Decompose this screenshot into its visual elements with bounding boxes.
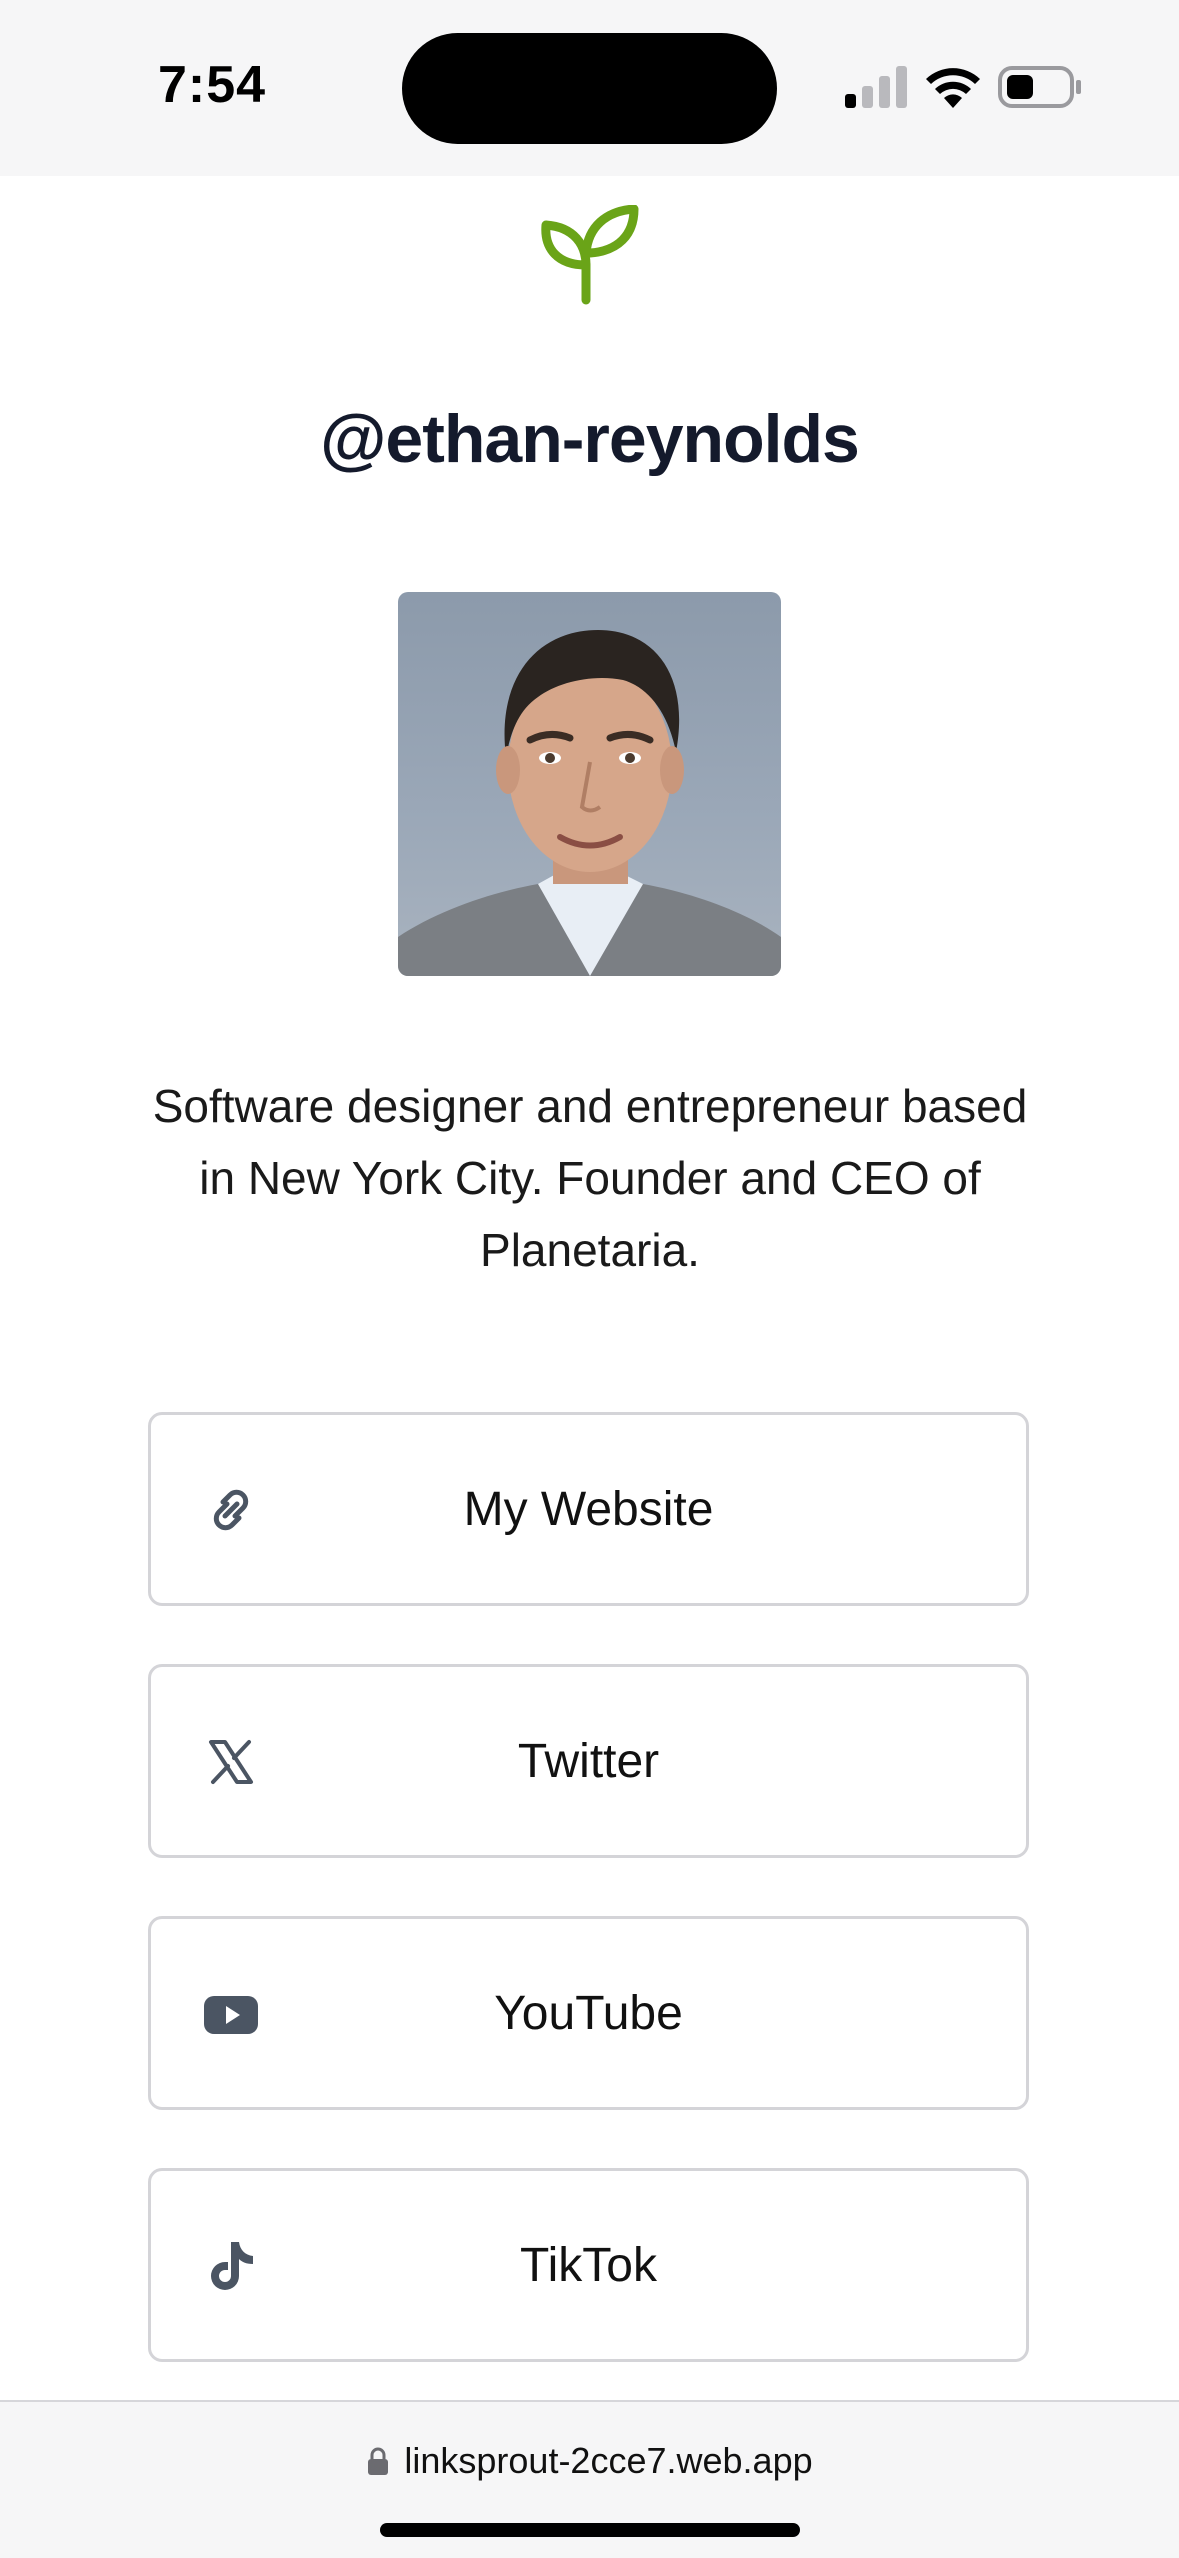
url-display[interactable]: linksprout-2cce7.web.app — [0, 2440, 1179, 2482]
profile-bio: Software designer and entrepreneur based… — [152, 1080, 1028, 1276]
link-button-youtube[interactable]: YouTube — [148, 1916, 1029, 2110]
wifi-icon — [926, 68, 980, 108]
status-time: 7:54 — [158, 56, 267, 114]
cellular-signal-icon — [845, 66, 907, 108]
link-button-label: Twitter — [517, 1734, 660, 1788]
link-button-label: YouTube — [494, 1986, 683, 2040]
link-button-website[interactable]: My Website — [148, 1412, 1029, 1606]
link-button-twitter[interactable]: Twitter — [148, 1664, 1029, 1858]
sprout-logo-icon — [541, 205, 639, 305]
link-button-label: TikTok — [520, 2238, 657, 2292]
url-text: linksprout-2cce7.web.app — [404, 2440, 813, 2481]
profile-username: @ethan-reynolds — [320, 401, 860, 477]
status-bar: 7:54 — [0, 0, 1179, 176]
profile-avatar — [398, 592, 781, 976]
lock-icon — [368, 2447, 389, 2475]
home-indicator — [380, 2523, 800, 2537]
link-button-label: My Website — [463, 1482, 714, 1536]
link-button-tiktok[interactable]: TikTok — [148, 2168, 1029, 2362]
battery-icon — [998, 66, 1081, 108]
browser-url-bar[interactable]: linksprout-2cce7.web.app — [0, 2400, 1179, 2558]
dynamic-island — [402, 33, 777, 144]
